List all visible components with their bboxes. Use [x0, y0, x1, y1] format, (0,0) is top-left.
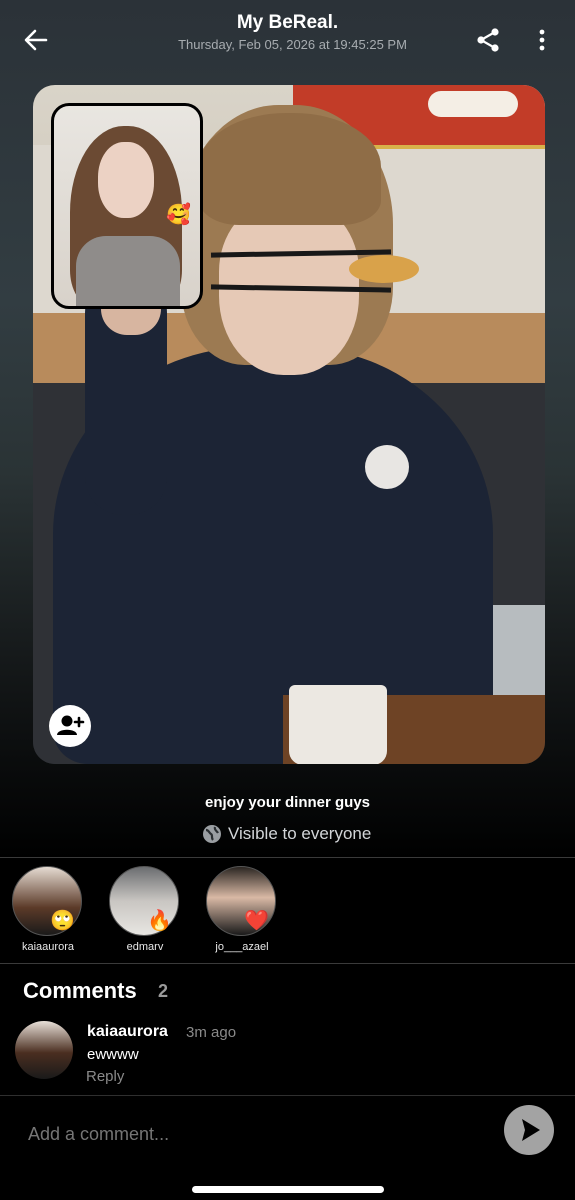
- comments-count: 2: [158, 981, 169, 1001]
- comments-heading: Comments: [23, 978, 137, 1003]
- reaction-emoji: 🔥: [147, 910, 172, 932]
- header: My BeReal. Thursday, Feb 05, 2026 at 19:…: [0, 0, 575, 80]
- reaction-item[interactable]: 🔥 edmarv: [97, 866, 193, 956]
- comment-item: kaiaaurora 3m ago ewwww Reply: [0, 1015, 575, 1090]
- divider: [0, 857, 575, 858]
- comment-input[interactable]: [28, 1124, 428, 1145]
- divider: [0, 963, 575, 964]
- post-caption: enjoy your dinner guys: [204, 794, 371, 811]
- visibility-label[interactable]: Visible to everyone: [228, 824, 371, 844]
- reaction-username: jo___azael: [215, 941, 269, 953]
- home-indicator[interactable]: [192, 1186, 384, 1193]
- send-icon: [522, 1119, 540, 1141]
- main-photo[interactable]: 🥰: [33, 85, 545, 764]
- reaction-username: edmarv: [126, 941, 164, 953]
- send-button[interactable]: [504, 1105, 554, 1155]
- divider: [0, 1095, 575, 1096]
- add-person-icon: [57, 715, 85, 735]
- share-icon[interactable]: [474, 26, 502, 54]
- reaction-username: kaiaaurora: [22, 941, 74, 953]
- reaction-item[interactable]: ❤️ jo___azael: [194, 866, 290, 956]
- inset-reaction-emoji: 🥰: [166, 204, 191, 226]
- globe-icon: [203, 825, 221, 843]
- front-camera-inset[interactable]: 🥰: [51, 103, 203, 309]
- more-vertical-icon[interactable]: [532, 26, 552, 54]
- reply-button[interactable]: Reply: [86, 1068, 124, 1085]
- reaction-emoji: ❤️: [244, 910, 269, 932]
- comment-text: ewwww: [87, 1046, 139, 1063]
- reaction-item[interactable]: 🙄 kaiaaurora: [0, 866, 96, 956]
- avatar[interactable]: [15, 1021, 73, 1079]
- reaction-emoji: 🙄: [50, 910, 75, 932]
- comment-time: 3m ago: [186, 1024, 237, 1041]
- comment-username[interactable]: kaiaaurora: [87, 1023, 168, 1041]
- add-person-button[interactable]: [49, 705, 91, 747]
